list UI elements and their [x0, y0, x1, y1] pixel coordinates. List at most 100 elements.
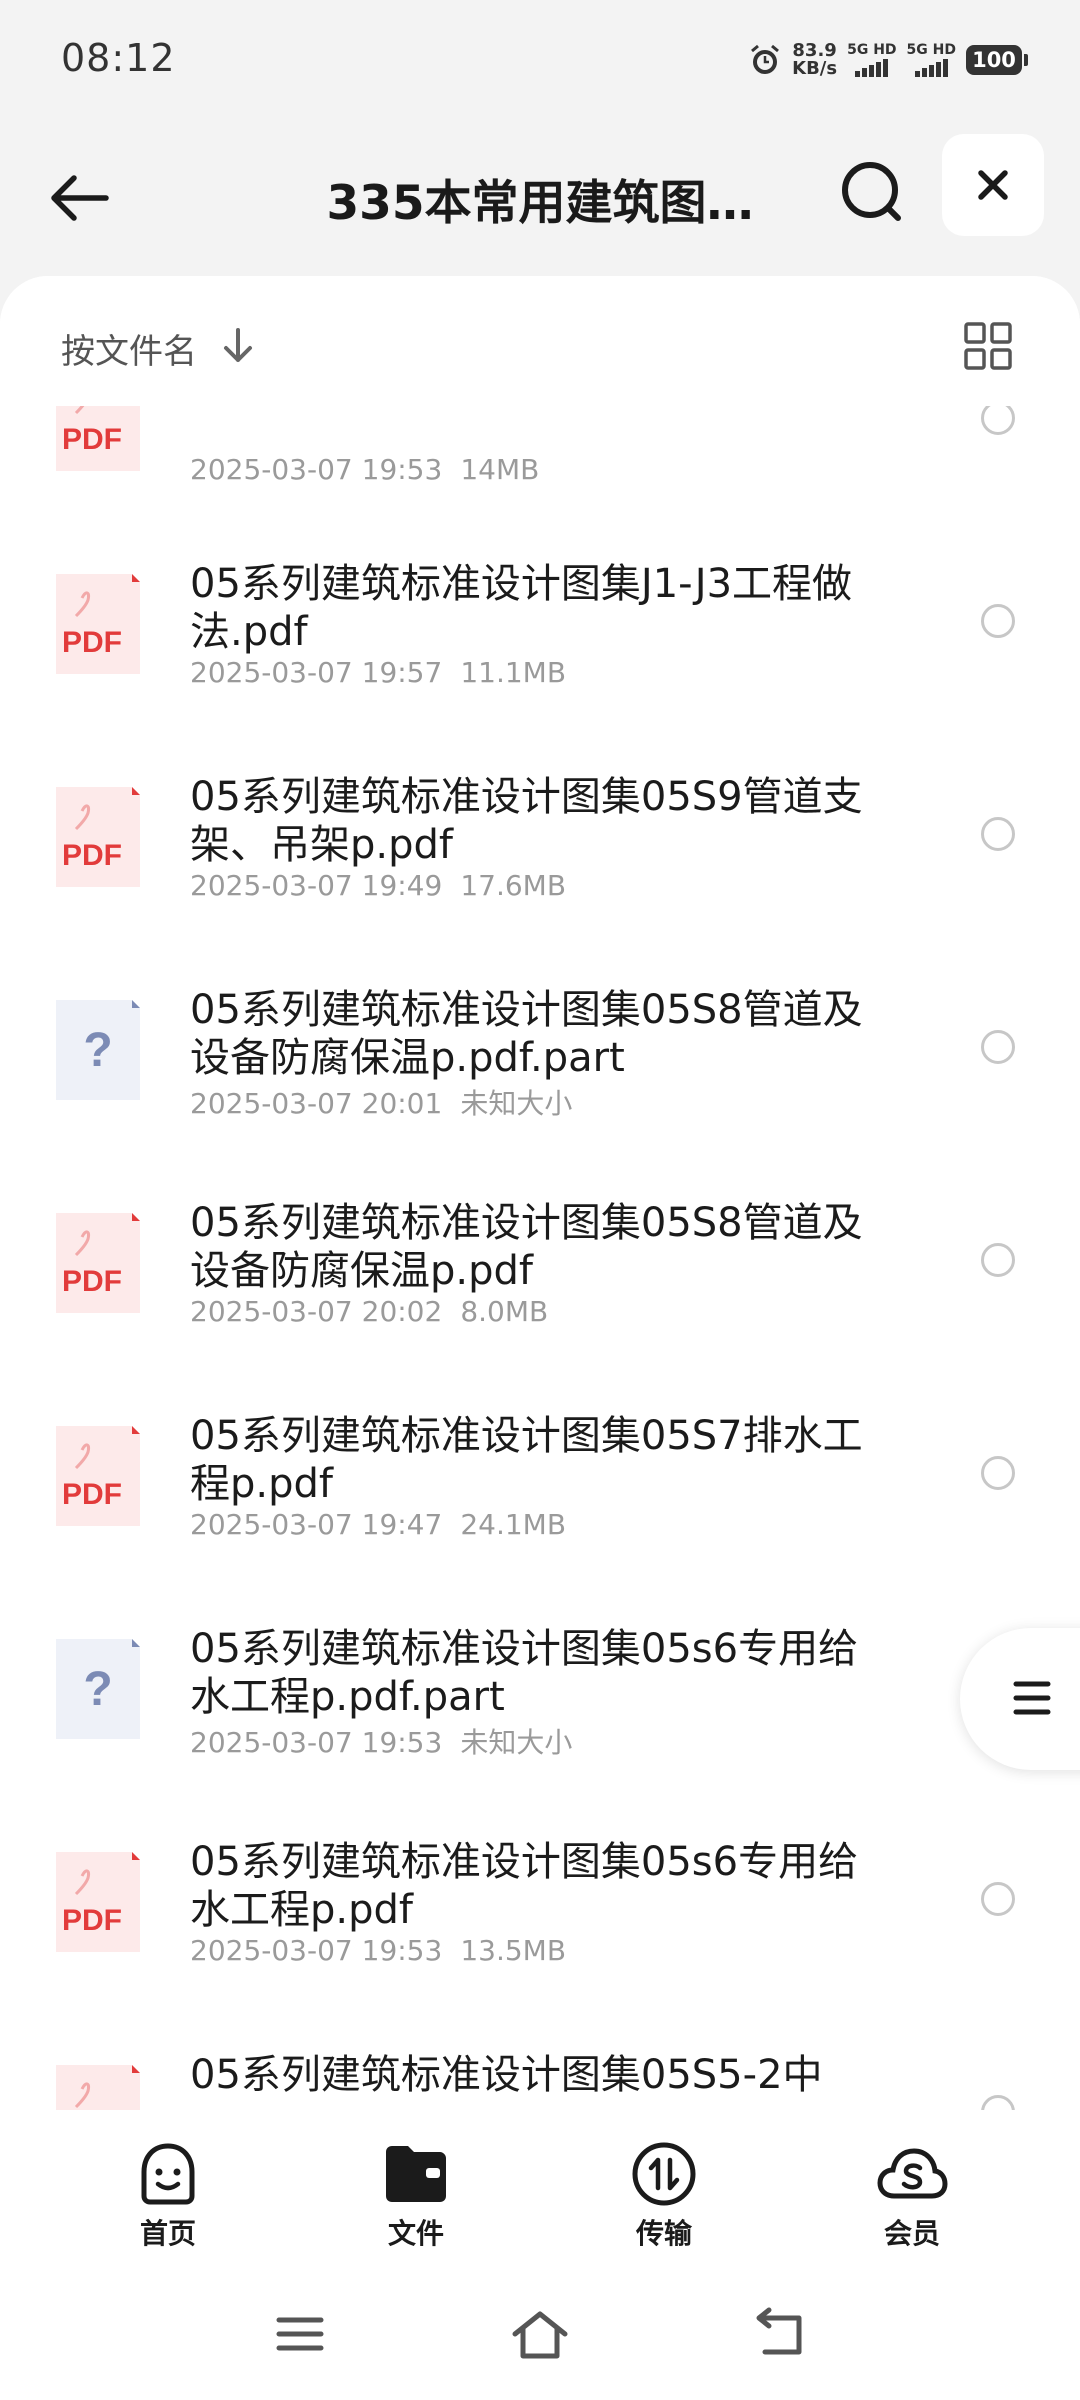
- file-meta: 2025-03-07 20:02 8.0MB: [190, 1295, 548, 1328]
- sim1-signal: 5G HD: [847, 42, 897, 77]
- file-date: 2025-03-07 19:53: [190, 1726, 443, 1759]
- file-size: 未知大小: [460, 1087, 573, 1120]
- file-meta: 2025-03-07 19:57 11.1MB: [190, 656, 566, 689]
- file-size: 24.1MB: [460, 1508, 567, 1541]
- smile-face-icon: [141, 2143, 195, 2205]
- menu-icon[interactable]: [265, 2304, 335, 2364]
- signal-bars-icon: [914, 59, 948, 77]
- file-name: 05系列建筑标准设计图集05s6专用给水工程p.pdf.part: [190, 1626, 859, 1720]
- select-radio[interactable]: [981, 401, 1015, 435]
- select-radio[interactable]: [981, 1456, 1015, 1490]
- nav-item-files[interactable]: 文件: [346, 2138, 486, 2252]
- file-name: 05系列建筑标准设计图集J1-J3工程做法.pdf: [190, 561, 853, 655]
- select-radio[interactable]: [981, 604, 1015, 638]
- file-name: 05系列建筑标准设计图集05S7排水工程p.pdf: [190, 1413, 863, 1507]
- file-date: 2025-03-07 19:53: [190, 1934, 443, 1967]
- battery-icon: 100: [966, 45, 1028, 75]
- close-icon: [978, 170, 1008, 200]
- alarm-icon: [751, 44, 780, 74]
- file-size: 未知大小: [460, 1726, 573, 1759]
- select-radio[interactable]: [981, 817, 1015, 851]
- system-nav-bar: [0, 2260, 1080, 2400]
- pdf-icon-label: PDF: [62, 1904, 122, 1937]
- select-radio[interactable]: [981, 1030, 1015, 1064]
- pdf-file-icon: PDF: [56, 1852, 140, 1952]
- file-list-item[interactable]: PDF 05系列建筑标准设计图集05S8管道及设备防腐保温p.pdf 2025-…: [0, 1179, 1080, 1392]
- pdf-file-icon: PDF: [56, 1426, 140, 1526]
- nav-label-transfer: 传输: [635, 2217, 692, 2250]
- file-list-item[interactable]: PDF 05系列建筑标准设计图集05S7排水工程p.pdf 2025-03-07…: [0, 1392, 1080, 1605]
- arrow-down-icon[interactable]: [218, 324, 258, 368]
- pdf-file-icon: PDF: [56, 574, 140, 674]
- file-name: 05系列建筑标准设计图集05S8管道及设备防腐保温p.pdf: [190, 1200, 863, 1294]
- file-date: 2025-03-07 19:49: [190, 869, 443, 902]
- unknown-file-icon: ?: [56, 1639, 140, 1739]
- select-radio[interactable]: [981, 1882, 1015, 1916]
- pdf-icon-label: PDF: [62, 1478, 122, 1511]
- file-size: 17.6MB: [460, 869, 567, 902]
- nav-item-transfer[interactable]: 传输: [594, 2138, 734, 2252]
- sort-by-name-button[interactable]: 按文件名: [61, 324, 197, 373]
- file-date: 2025-03-07 19:57: [190, 656, 443, 689]
- signal-bars-icon: [855, 59, 889, 77]
- file-date: 2025-03-07 20:01: [190, 1087, 443, 1120]
- close-button[interactable]: [942, 134, 1044, 236]
- page-title: 335本常用建筑图…: [326, 176, 754, 231]
- sort-bar: 按文件名: [0, 276, 1080, 406]
- file-meta: 2025-03-07 19:53 14MB: [190, 453, 539, 486]
- header: 335本常用建筑图…: [0, 120, 1080, 270]
- file-size: 14MB: [460, 453, 540, 486]
- file-date: 2025-03-07 19:53: [190, 453, 443, 486]
- sim1-label: 5G HD: [847, 42, 897, 58]
- pdf-file-icon: PDF: [56, 1213, 140, 1313]
- transfer-icon: [632, 2142, 696, 2206]
- pdf-file-icon: PDF: [56, 787, 140, 887]
- grid-view-icon[interactable]: [960, 318, 1016, 374]
- status-time: 08:12: [61, 36, 176, 80]
- home-icon[interactable]: [505, 2304, 575, 2364]
- file-name: 05系列建筑标准设计图集05S8管道及设备防腐保温p.pdf.part: [190, 987, 863, 1081]
- bottom-nav: 首页 文件 传输 会员: [0, 2110, 1080, 2260]
- sim2-signal: 5G HD: [907, 43, 956, 77]
- file-list-item[interactable]: ? 05系列建筑标准设计图集05S8管道及设备防腐保温p.pdf.part 20…: [0, 966, 1080, 1179]
- file-list-card: PDF 05J52 地下防水工程.pdf 2025-03-07 19:5314M…: [0, 276, 1080, 2126]
- file-meta: 2025-03-07 19:53 13.5MB: [190, 1934, 566, 1967]
- search-icon[interactable]: [832, 150, 916, 234]
- pdf-icon-label: PDF: [62, 839, 122, 872]
- pdf-icon-label: PDF: [62, 626, 122, 659]
- net-speed-unit: KB/s: [792, 58, 838, 79]
- cloud-vip-icon: [877, 2148, 948, 2199]
- file-meta: 2025-03-07 19:47 24.1MB: [190, 1508, 566, 1541]
- status-icons: 83.9 KB/s 5G HD 5G HD 100: [748, 38, 1028, 82]
- nav-label-vip: 会员: [883, 2217, 940, 2250]
- back-icon[interactable]: [745, 2304, 815, 2364]
- unknown-icon-label: ?: [83, 1024, 112, 1077]
- file-size: 13.5MB: [460, 1934, 567, 1967]
- battery-level: 100: [972, 48, 1016, 72]
- file-size: 11.1MB: [460, 656, 567, 689]
- nav-label-files: 文件: [387, 2217, 444, 2250]
- unknown-file-icon: ?: [56, 1000, 140, 1100]
- file-name: 05系列建筑标准设计图集05s6专用给水工程p.pdf: [190, 1839, 859, 1933]
- hamburger-icon: [1013, 1681, 1051, 1715]
- file-meta: 2025-03-07 19:49 17.6MB: [190, 869, 566, 902]
- sim2-label: 5G HD: [906, 42, 956, 58]
- folder-icon: [386, 2146, 446, 2202]
- file-size: 8.0MB: [460, 1295, 549, 1328]
- nav-item-home[interactable]: 首页: [98, 2138, 238, 2252]
- arrow-left-icon[interactable]: [38, 156, 122, 240]
- file-meta: 2025-03-07 20:01 未知大小: [190, 1082, 572, 1122]
- pdf-icon-label: PDF: [62, 1265, 122, 1298]
- pdf-icon-label: PDF: [62, 423, 122, 456]
- select-radio[interactable]: [981, 1243, 1015, 1277]
- file-list-item[interactable]: PDF 05系列建筑标准设计图集05s6专用给水工程p.pdf 2025-03-…: [0, 1818, 1080, 2031]
- file-name: 05系列建筑标准设计图集05S5-2中: [190, 2052, 823, 2098]
- unknown-icon-label: ?: [83, 1663, 112, 1716]
- nav-label-home: 首页: [139, 2217, 196, 2250]
- file-list-item[interactable]: PDF 05系列建筑标准设计图集05S9管道支架、吊架p.pdf 2025-03…: [0, 753, 1080, 966]
- file-meta: 2025-03-07 19:53 未知大小: [190, 1721, 572, 1761]
- nav-item-vip[interactable]: 会员: [842, 2138, 982, 2252]
- file-name: 05系列建筑标准设计图集05S9管道支架、吊架p.pdf: [190, 774, 863, 868]
- file-list-item[interactable]: ? 05系列建筑标准设计图集05s6专用给水工程p.pdf.part 2025-…: [0, 1605, 1080, 1818]
- file-list-item[interactable]: PDF 05系列建筑标准设计图集J1-J3工程做法.pdf 2025-03-07…: [0, 540, 1080, 753]
